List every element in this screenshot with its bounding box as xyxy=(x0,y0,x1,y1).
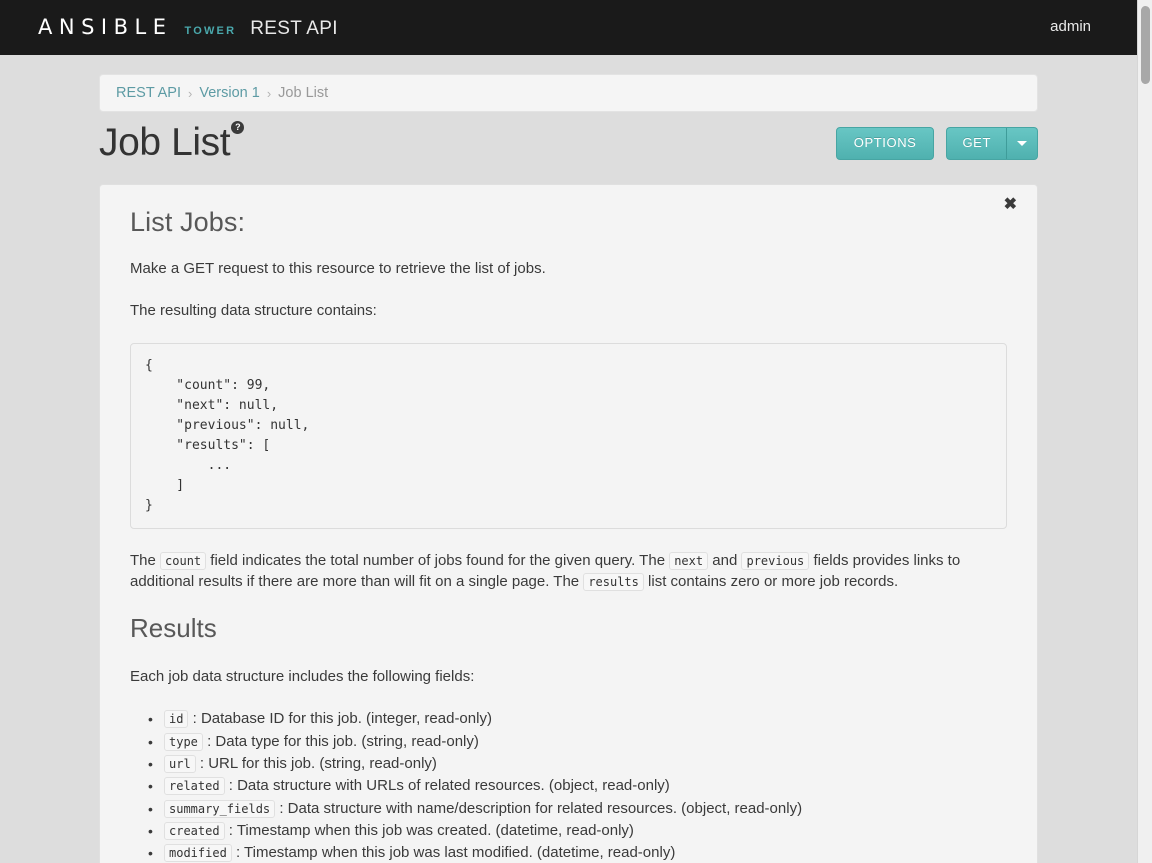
close-icon[interactable]: ✖ xyxy=(1004,197,1017,213)
inline-code-summary-fields: summary_fields xyxy=(164,799,276,818)
list-item: url : URL for this job. (string, read-on… xyxy=(148,753,1007,776)
field-separator: : xyxy=(231,844,245,862)
list-item: summary_fields : Data structure with nam… xyxy=(148,798,1007,821)
list-item: created : Timestamp when this job was cr… xyxy=(148,820,1007,843)
brand-tower-text: TOWER xyxy=(184,25,237,37)
list-item: type : Data type for this job. (string, … xyxy=(148,731,1007,754)
breadcrumb-item-job-list: Job List xyxy=(278,85,329,101)
brand-rest-api-text: REST API xyxy=(250,18,338,39)
breadcrumb-item-rest-api[interactable]: REST API xyxy=(116,85,181,101)
field-separator: : xyxy=(202,732,216,750)
page-title-text: Job List xyxy=(99,121,231,164)
field-description: URL for this job. (string, read-only) xyxy=(208,755,437,773)
list-item: id : Database ID for this job. (integer,… xyxy=(148,708,1007,731)
section-heading-text: List Jobs xyxy=(130,207,238,237)
results-intro-paragraph: Each job data structure includes the fol… xyxy=(130,668,475,686)
field-separator: : xyxy=(275,799,288,817)
page-title: Job List? xyxy=(99,121,245,165)
scrollbar-thumb[interactable] xyxy=(1141,6,1150,84)
breadcrumb-separator: › xyxy=(188,85,193,101)
list-item: related : Data structure with URLs of re… xyxy=(148,775,1007,798)
brand-logo[interactable]: ANSIBLE TOWER REST API xyxy=(38,15,338,40)
explainer-text-1: The xyxy=(130,551,161,569)
field-description: Database ID for this job. (integer, read… xyxy=(200,710,492,728)
inline-code-next: next xyxy=(669,551,709,570)
inline-code-url: url xyxy=(164,755,196,774)
inline-code-results: results xyxy=(583,572,644,591)
options-button[interactable]: OPTIONS xyxy=(835,127,935,160)
field-separator: : xyxy=(224,777,238,795)
response-code-block: { "count": 99, "next": null, "previous":… xyxy=(130,342,1007,529)
section-heading-colon: : xyxy=(237,207,246,237)
breadcrumb-item-version-1[interactable]: Version 1 xyxy=(199,85,259,101)
field-separator: : xyxy=(195,755,209,773)
chevron-down-icon xyxy=(1017,140,1027,146)
page-scrollbar[interactable] xyxy=(1137,0,1152,863)
explainer-text-3: and xyxy=(708,551,742,569)
nav-user-menu[interactable]: admin xyxy=(1050,18,1091,35)
field-description: Data structure with name/description for… xyxy=(287,799,803,817)
top-navbar: ANSIBLE TOWER REST API admin xyxy=(0,0,1137,55)
inline-code-related: related xyxy=(164,777,225,796)
inline-code-previous: previous xyxy=(741,551,810,570)
field-description: Data type for this job. (string, read-on… xyxy=(215,732,479,750)
get-button[interactable]: GET xyxy=(946,127,1006,160)
documentation-card-body: ✖ List Jobs: Make a GET request to this … xyxy=(100,185,1037,863)
get-dropdown-toggle[interactable] xyxy=(1006,127,1038,160)
button-spacer xyxy=(934,127,946,160)
intro-paragraph-2: The resulting data structure contains: xyxy=(130,302,377,320)
page-header: Job List? OPTIONS GET xyxy=(99,121,1038,177)
list-item: modified : Timestamp when this job was l… xyxy=(148,842,1007,863)
brand-ansible-text: ANSIBLE xyxy=(38,15,173,39)
field-separator: : xyxy=(188,710,201,728)
field-description: Timestamp when this job was last modifie… xyxy=(244,844,676,862)
page-root: ANSIBLE TOWER REST API admin REST API › … xyxy=(0,0,1152,863)
field-separator: : xyxy=(224,821,237,839)
documentation-card: ✖ List Jobs: Make a GET request to this … xyxy=(99,184,1038,863)
section-heading-list-jobs: List Jobs: xyxy=(130,207,1007,238)
breadcrumb-separator: › xyxy=(266,85,272,101)
intro-paragraph-1: Make a GET request to this resource to r… xyxy=(130,260,546,277)
field-description: Data structure with URLs of related reso… xyxy=(237,777,670,795)
inline-code-type: type xyxy=(164,732,203,751)
inline-code-modified: modified xyxy=(164,844,232,863)
inline-code-count: count xyxy=(160,551,207,570)
inline-code-id: id xyxy=(164,710,189,729)
explainer-text-2: field indicates the total number of jobs… xyxy=(206,551,670,569)
section-heading-results: Results xyxy=(130,613,217,644)
explainer-text-5: list contains zero or more job records. xyxy=(643,572,899,590)
field-description: Timestamp when this job was created. (da… xyxy=(236,821,634,839)
fields-explainer-paragraph: The count field indicates the total numb… xyxy=(130,550,1007,593)
help-question-glyph: ? xyxy=(231,121,245,134)
help-question-icon[interactable]: ? xyxy=(231,121,245,134)
breadcrumb: REST API › Version 1 › Job List xyxy=(99,74,1038,112)
action-button-group: OPTIONS GET xyxy=(835,127,1038,160)
job-field-list: id : Database ID for this job. (integer,… xyxy=(130,708,1007,863)
inline-code-created: created xyxy=(164,821,225,840)
page-content: REST API › Version 1 › Job List Job List… xyxy=(0,55,1137,863)
